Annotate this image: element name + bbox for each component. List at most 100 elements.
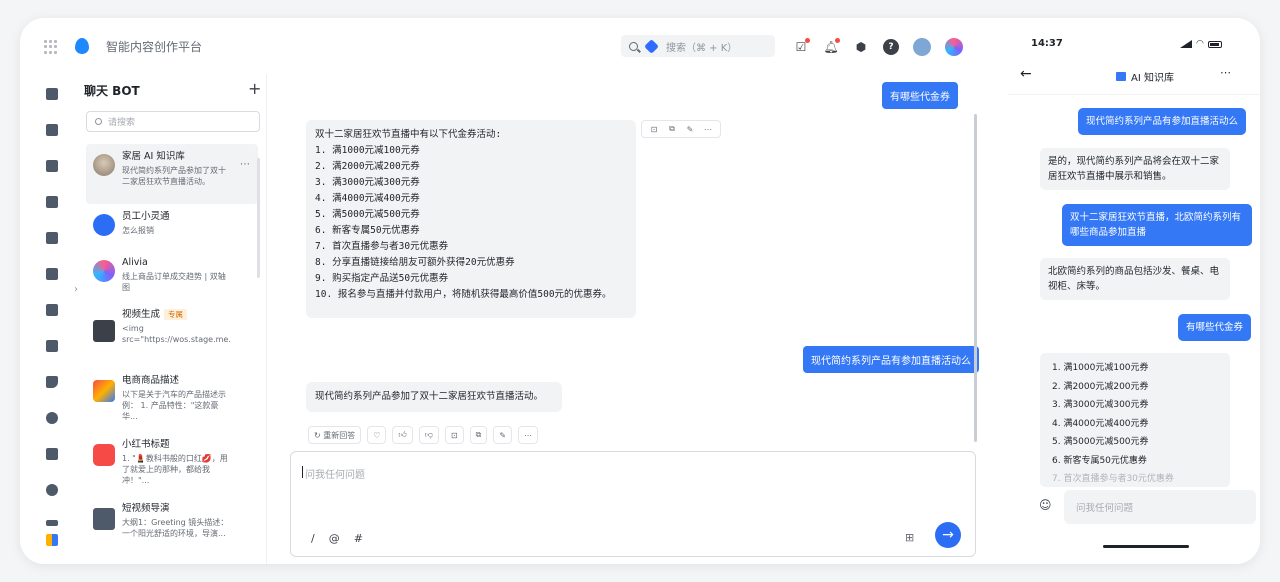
more-icon[interactable]: ⋯ — [518, 426, 539, 444]
copy-icon[interactable]: ⧉ — [666, 123, 678, 135]
task-icon[interactable]: ☑ — [793, 38, 810, 55]
brand-icon[interactable] — [945, 38, 963, 56]
user-settings-icon[interactable] — [46, 484, 58, 496]
book-icon[interactable] — [46, 232, 58, 244]
app-title: 智能内容创作平台 — [106, 40, 203, 54]
settings-icon[interactable]: ⬢ — [853, 39, 869, 55]
thumbs-down-icon[interactable]: 👎︎ — [418, 426, 439, 444]
more-icon[interactable]: ⋯ — [240, 159, 250, 170]
bot-name: 家居 AI 知识库 — [122, 151, 185, 162]
add-bot-button[interactable]: + — [248, 79, 261, 98]
translate-icon[interactable] — [46, 448, 58, 460]
help-icon[interactable]: ? — [883, 39, 899, 55]
bot-desc: 大纲1：Greeting 镜头描述：一个阳光舒适的环境，导演... — [122, 518, 229, 538]
bot-face-icon[interactable]: ☺ — [1039, 498, 1052, 512]
chart-icon[interactable] — [46, 304, 58, 316]
app-logo-icon — [75, 38, 89, 54]
bot-item[interactable]: 员工小灵通 怎么报销 — [86, 204, 258, 250]
book-icon — [1116, 72, 1126, 81]
back-arrow-icon[interactable]: ← — [1020, 66, 1032, 82]
send-button[interactable]: → — [935, 522, 961, 548]
user-message: 双十二家居狂欢节直播，北欧简约系列有哪些商品参加直播 — [1062, 204, 1252, 246]
voucher-item: 8. 分享直播链接给朋友可额外获得20元优惠券 — [315, 257, 515, 268]
composer-tools: / @ # — [311, 532, 363, 545]
avatar-icon[interactable] — [913, 38, 931, 56]
voucher-item: 2. 满2000元减200元券 — [1052, 381, 1149, 392]
image-search-icon[interactable] — [46, 160, 58, 172]
voucher-list: 1. 满1000元减100元券 2. 满2000元减200元券 3. 满3000… — [1040, 353, 1230, 487]
voucher-item: 5. 满5000元减500元券 — [1052, 437, 1149, 447]
bot-avatar — [93, 154, 115, 176]
apps-icon[interactable] — [46, 534, 58, 546]
app-window: 智能内容创作平台 搜索（⌘ + K） ☑ 🔔︎ ⬢ ? › 聊天 BOT + 请… — [20, 18, 1260, 564]
bot-name: 短视频导演 — [122, 503, 170, 514]
bot-item[interactable]: 家居 AI 知识库 现代简约系列产品参加了双十二家居狂欢节直播活动。 ⋯ — [86, 144, 258, 204]
bot-item[interactable]: 电商商品描述 以下是关于汽车的产品描述示例： 1. 产品特性："这款豪华... — [86, 368, 258, 432]
voucher-item: 9. 购买指定产品送50元优惠券 — [315, 273, 449, 284]
bot-message: 双十二家居狂欢节直播中有以下代金券活动: 1. 满1000元减100元券 2. … — [306, 120, 636, 318]
hashtag-button[interactable]: # — [354, 532, 363, 545]
global-search[interactable]: 搜索（⌘ + K） — [621, 35, 775, 57]
bot-search-input[interactable]: 请搜索 — [86, 111, 260, 132]
sidebar-scrollbar[interactable] — [257, 158, 260, 278]
bot-item[interactable]: 短视频导演 大纲1：Greeting 镜头描述：一个阳光舒适的环境，导演... — [86, 496, 258, 556]
bot-name: 小红书标题 — [122, 439, 170, 450]
video-camera-icon — [93, 320, 115, 342]
message-composer[interactable]: 问我任何问题 / @ # ⊞ → — [290, 451, 976, 557]
message-intro: 双十二家居狂欢节直播中有以下代金券活动: — [315, 129, 502, 140]
voucher-item: 4. 满4000元减400元券 — [315, 193, 420, 204]
question-icon[interactable] — [46, 196, 58, 208]
bell-icon[interactable]: 🔔︎ — [823, 38, 840, 55]
thumbs-up-icon[interactable]: 👍︎ — [392, 426, 413, 444]
mobile-input[interactable]: 问我任何问题 — [1064, 490, 1256, 524]
cube-icon — [644, 38, 659, 54]
battery-icon — [1207, 40, 1222, 48]
edit-icon[interactable]: ✎ — [684, 123, 696, 135]
building-icon[interactable] — [46, 88, 58, 100]
document-icon[interactable] — [46, 340, 58, 352]
collapse-chevron-icon[interactable]: › — [74, 284, 78, 295]
more-icon[interactable]: ⋯ — [702, 123, 714, 135]
composer-placeholder: 问我任何问题 — [302, 466, 365, 481]
message-toolbar: ⊡ ⧉ ✎ ⋯ — [641, 120, 721, 138]
mention-button[interactable]: @ — [329, 532, 340, 545]
quote-icon[interactable]: ⊡ — [444, 426, 464, 444]
chat-scrollbar[interactable] — [974, 114, 977, 442]
bot-desc: 怎么报销 — [122, 226, 154, 235]
table-icon[interactable] — [46, 268, 58, 280]
gift-icon[interactable]: ⊞ — [905, 531, 914, 544]
app-grid-icon[interactable] — [44, 40, 58, 54]
bot-avatar — [93, 380, 115, 402]
bot-list: 家居 AI 知识库 现代简约系列产品参加了双十二家居狂欢节直播活动。 ⋯ 员工小… — [86, 144, 258, 556]
favorite-icon[interactable]: ♡ — [367, 426, 387, 444]
chat-icon[interactable] — [46, 124, 58, 136]
signal-icon — [1180, 40, 1192, 48]
exclusive-tag: 专属 — [164, 309, 188, 320]
search-icon — [629, 41, 638, 51]
voucher-item: 10. 报名参与直播并付款用户，将随机获得最高价值500元的优惠券。 — [315, 289, 612, 300]
more-icon[interactable]: ⋯ — [1220, 66, 1231, 79]
wifi-icon: ◠ — [1196, 39, 1204, 49]
copy-icon[interactable]: ⧉ — [469, 426, 488, 444]
bot-item[interactable]: 小红书标题 1. "💄教科书般的口红💋，用了就爱上的那种，都给我冲！"... — [86, 432, 258, 496]
edit-icon[interactable]: ✎ — [493, 426, 513, 444]
bot-item[interactable]: 视频生成 专属 <img src="https://wos.stage.me.. — [86, 302, 258, 368]
text-icon[interactable] — [46, 520, 58, 526]
slash-command-button[interactable]: / — [311, 532, 315, 545]
bot-name: 电商商品描述 — [122, 375, 180, 386]
bot-desc: 1. "💄教科书般的口红💋，用了就爱上的那种，都给我冲！"... — [122, 454, 228, 485]
tag-icon[interactable] — [46, 376, 58, 388]
user-message: 现代简约系列产品有参加直播活动么 — [1078, 108, 1247, 135]
bot-item[interactable]: Alivia 线上商品订单成交趋势 | 双轴图 — [86, 250, 258, 302]
bot-avatar — [93, 214, 115, 236]
left-rail — [20, 74, 82, 564]
bot-message: 现代简约系列产品参加了双十二家居狂欢节直播活动。 — [306, 382, 562, 412]
voucher-item: 7. 首次直播参与者30元优惠券 — [1052, 474, 1174, 484]
bot-message: 是的，现代简约系列产品将会在双十二家居狂欢节直播中展示和销售。 — [1040, 148, 1230, 190]
voucher-item: 3. 满3000元减300元券 — [315, 177, 420, 188]
quote-icon[interactable]: ⊡ — [648, 123, 660, 135]
r-circle-icon[interactable] — [46, 412, 58, 424]
film-icon — [93, 508, 115, 530]
sidebar-title: 聊天 BOT — [84, 84, 140, 98]
regenerate-button[interactable]: ↻ 重新回答 — [308, 426, 362, 444]
